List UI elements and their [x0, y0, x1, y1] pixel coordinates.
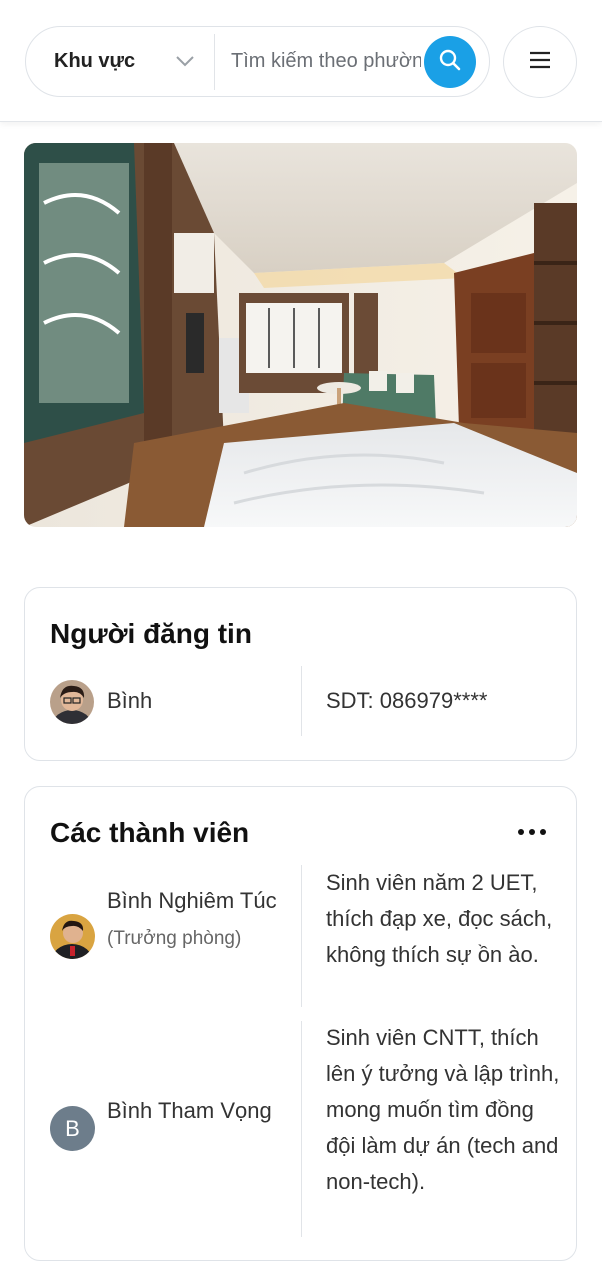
member-avatar[interactable]: [50, 914, 95, 959]
poster-name: Bình: [107, 688, 153, 713]
search-divider: [214, 33, 215, 90]
region-label: Khu vực: [54, 50, 136, 72]
more-dots-icon: [518, 829, 524, 835]
members-card-title: Các thành viên: [50, 817, 250, 848]
region-dropdown[interactable]: Khu vực: [26, 27, 214, 96]
menu-button[interactable]: [503, 26, 577, 98]
member-name-text: Bình Nghiêm Túc: [107, 888, 277, 913]
search-bar: Khu vực: [25, 26, 490, 97]
hamburger-menu-icon: [529, 51, 551, 74]
member-divider: [301, 865, 302, 1007]
poster-avatar[interactable]: [50, 680, 94, 724]
member-role: (Trưởng phòng): [107, 928, 242, 949]
member-name: Bình Tham Vọng: [107, 1098, 272, 1123]
search-icon: [438, 48, 462, 77]
member-description: Sinh viên năm 2 UET, thích đạp xe, đọc s…: [326, 870, 553, 967]
room-photo[interactable]: [24, 143, 577, 527]
chevron-down-icon: [175, 52, 195, 72]
members-card: Các thành viên Bình Nghiêm Túc (Trưởng p…: [24, 786, 577, 1261]
member-avatar[interactable]: B: [50, 1106, 95, 1151]
member-description: Sinh viên CNTT, thích lên ý tưởng và lập…: [326, 1025, 560, 1194]
member-divider: [301, 1021, 302, 1237]
top-header: Khu vực: [0, 0, 602, 122]
more-options-button[interactable]: [515, 819, 549, 845]
poster-phone: SDT: 086979****: [326, 688, 488, 713]
search-button[interactable]: [424, 36, 476, 88]
member-name: Bình Nghiêm Túc (Trưởng phòng): [107, 883, 287, 957]
poster-card-title: Người đăng tin: [50, 618, 252, 649]
poster-card: Người đăng tin Bình SDT: 086979****: [24, 587, 577, 761]
poster-divider: [301, 666, 302, 736]
search-input[interactable]: [231, 50, 421, 73]
